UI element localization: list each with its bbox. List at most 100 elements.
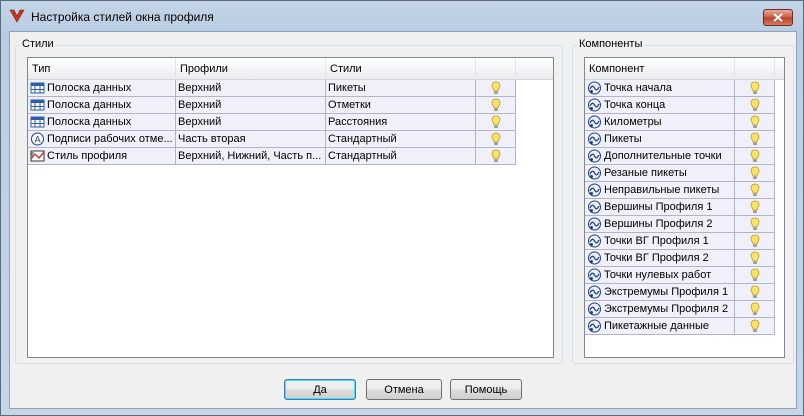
components-table-row[interactable]: Пикетажные данные — [585, 318, 775, 335]
component-label: Неправильные пикеты — [604, 184, 720, 196]
component-cell[interactable]: Дополнительные точки — [585, 148, 735, 165]
styles-table-row[interactable]: Стиль профиля Верхний, Нижний, Часть п...… — [28, 148, 516, 165]
component-visibility-toggle[interactable] — [735, 301, 775, 318]
components-table-row[interactable]: Вершины Профиля 1 — [585, 199, 775, 216]
visibility-toggle[interactable] — [476, 80, 516, 97]
component-cell[interactable]: Точки нулевых работ — [585, 267, 735, 284]
component-cell[interactable]: Вершины Профиля 1 — [585, 199, 735, 216]
components-table-row[interactable]: Вершины Профиля 2 — [585, 216, 775, 233]
lightbulb-icon — [750, 302, 759, 315]
profiles-cell[interactable]: Часть вторая — [176, 131, 326, 148]
component-cell[interactable]: Неправильные пикеты — [585, 182, 735, 199]
cancel-button[interactable]: Отмена — [366, 379, 442, 400]
type-cell[interactable]: Полоска данных — [28, 80, 176, 97]
component-label: Точки ВГ Профиля 2 — [604, 252, 709, 264]
style-cell[interactable]: Пикеты — [326, 80, 476, 97]
column-header-visibility[interactable] — [476, 58, 516, 80]
profiles-cell[interactable]: Верхний — [176, 114, 326, 131]
type-label: Полоска данных — [47, 99, 132, 111]
help-button[interactable]: Помощь — [450, 379, 522, 400]
component-cell[interactable]: Точки ВГ Профиля 2 — [585, 250, 735, 267]
components-table-row[interactable]: Километры — [585, 114, 775, 131]
component-cell[interactable]: Экстремумы Профиля 2 — [585, 301, 735, 318]
component-visibility-toggle[interactable] — [735, 182, 775, 199]
component-cell[interactable]: Точка начала — [585, 80, 735, 97]
components-table-row[interactable]: Точки ВГ Профиля 1 — [585, 233, 775, 250]
column-header-type[interactable]: Тип — [28, 58, 176, 80]
component-icon — [587, 200, 602, 214]
visibility-toggle[interactable] — [476, 97, 516, 114]
column-header-profiles[interactable]: Профили — [176, 58, 326, 80]
styles-table-row[interactable]: A Подписи рабочих отме... Часть вторая Стан… — [28, 131, 516, 148]
component-cell[interactable]: Километры — [585, 114, 735, 131]
type-cell[interactable]: A Подписи рабочих отме... — [28, 131, 176, 148]
component-visibility-toggle[interactable] — [735, 131, 775, 148]
profiles-cell[interactable]: Верхний — [176, 97, 326, 114]
close-button[interactable] — [763, 9, 793, 26]
column-header-component[interactable]: Компонент — [585, 58, 735, 80]
component-icon — [587, 81, 602, 95]
style-cell[interactable]: Расстояния — [326, 114, 476, 131]
style-cell[interactable]: Отметки — [326, 97, 476, 114]
components-table-row[interactable]: Точки нулевых работ — [585, 267, 775, 284]
visibility-toggle[interactable] — [476, 131, 516, 148]
component-label: Дополнительные точки — [604, 150, 722, 162]
window-title: Настройка стилей окна профиля — [31, 10, 214, 24]
component-visibility-toggle[interactable] — [735, 233, 775, 250]
profiles-cell[interactable]: Верхний — [176, 80, 326, 97]
component-visibility-toggle[interactable] — [735, 97, 775, 114]
styles-grid[interactable]: Тип Профили Стили Полоска данных Верхний П… — [27, 57, 554, 358]
component-visibility-toggle[interactable] — [735, 284, 775, 301]
column-header-styles[interactable]: Стили — [326, 58, 476, 80]
visibility-toggle[interactable] — [476, 148, 516, 165]
component-visibility-toggle[interactable] — [735, 199, 775, 216]
component-visibility-toggle[interactable] — [735, 216, 775, 233]
component-label: Экстремумы Профиля 1 — [604, 286, 729, 298]
style-cell[interactable]: Стандартный — [326, 148, 476, 165]
profiles-cell[interactable]: Верхний, Нижний, Часть п... — [176, 148, 326, 165]
component-visibility-toggle[interactable] — [735, 267, 775, 284]
app-logo-icon — [9, 9, 25, 23]
components-table-row[interactable]: Дополнительные точки — [585, 148, 775, 165]
component-cell[interactable]: Пикеты — [585, 131, 735, 148]
component-visibility-toggle[interactable] — [735, 114, 775, 131]
column-header-component-visibility[interactable] — [735, 58, 775, 80]
components-table-row[interactable]: Экстремумы Профиля 2 — [585, 301, 775, 318]
type-label: Полоска данных — [47, 116, 132, 128]
components-grid[interactable]: Компонент Точка начала Точка конца Километ… — [584, 57, 785, 358]
component-label: Вершины Профиля 2 — [604, 218, 713, 230]
components-table-row[interactable]: Экстремумы Профиля 1 — [585, 284, 775, 301]
styles-table-row[interactable]: Полоска данных Верхний Пикеты — [28, 80, 516, 97]
component-cell[interactable]: Резаные пикеты — [585, 165, 735, 182]
components-table-row[interactable]: Резаные пикеты — [585, 165, 775, 182]
type-cell[interactable]: Полоска данных — [28, 114, 176, 131]
component-cell[interactable]: Точка конца — [585, 97, 735, 114]
component-cell[interactable]: Пикетажные данные — [585, 318, 735, 335]
lightbulb-icon — [491, 81, 500, 94]
visibility-toggle[interactable] — [476, 114, 516, 131]
component-label: Вершины Профиля 1 — [604, 201, 713, 213]
components-table-row[interactable]: Точка начала — [585, 80, 775, 97]
styles-table-row[interactable]: Полоска данных Верхний Отметки — [28, 97, 516, 114]
component-cell[interactable]: Точки ВГ Профиля 1 — [585, 233, 735, 250]
components-table-row[interactable]: Неправильные пикеты — [585, 182, 775, 199]
lightbulb-icon — [750, 81, 759, 94]
component-cell[interactable]: Экстремумы Профиля 1 — [585, 284, 735, 301]
components-group-legend: Компоненты — [577, 38, 645, 50]
ok-button[interactable]: Да — [284, 379, 356, 400]
data-band-icon — [30, 98, 45, 112]
component-visibility-toggle[interactable] — [735, 148, 775, 165]
component-visibility-toggle[interactable] — [735, 250, 775, 267]
component-visibility-toggle[interactable] — [735, 80, 775, 97]
components-table-row[interactable]: Пикеты — [585, 131, 775, 148]
components-table-row[interactable]: Точки ВГ Профиля 2 — [585, 250, 775, 267]
type-cell[interactable]: Стиль профиля — [28, 148, 176, 165]
title-bar[interactable]: Настройка стилей окна профиля — [1, 1, 803, 31]
component-visibility-toggle[interactable] — [735, 318, 775, 335]
component-visibility-toggle[interactable] — [735, 165, 775, 182]
style-cell[interactable]: Стандартный — [326, 131, 476, 148]
component-cell[interactable]: Вершины Профиля 2 — [585, 216, 735, 233]
type-cell[interactable]: Полоска данных — [28, 97, 176, 114]
components-table-row[interactable]: Точка конца — [585, 97, 775, 114]
styles-table-row[interactable]: Полоска данных Верхний Расстояния — [28, 114, 516, 131]
